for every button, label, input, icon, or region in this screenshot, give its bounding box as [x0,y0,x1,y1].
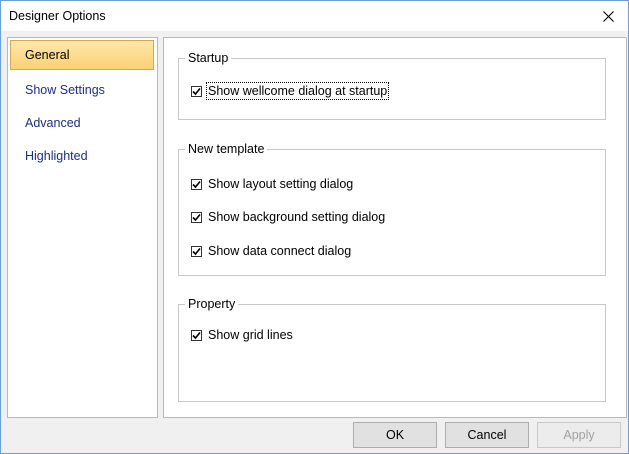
show-background-setting-checkbox[interactable] [191,211,202,223]
options-content-panel: Startup Show wellcome dialog at startup … [163,37,627,418]
option-show-welcome-dialog[interactable]: Show wellcome dialog at startup [191,82,390,100]
property-group: Property Show grid lines [178,296,606,402]
show-grid-lines-checkbox[interactable] [191,329,202,341]
nav-item-general[interactable]: General [10,40,154,70]
nav-item-show-settings[interactable]: Show Settings [10,75,154,105]
checkmark-icon [192,213,201,221]
startup-group-title: Startup [185,50,232,66]
cancel-button[interactable]: Cancel [445,422,529,448]
close-icon [602,10,614,22]
checkmark-icon [192,87,201,95]
apply-button[interactable]: Apply [537,422,621,448]
checkmark-icon [192,331,201,339]
title-bar: Designer Options [1,1,628,31]
nav-item-highlighted[interactable]: Highlighted [10,141,154,171]
show-data-connect-label: Show data connect dialog [208,244,352,258]
option-show-data-connect[interactable]: Show data connect dialog [191,242,352,260]
option-show-layout-setting[interactable]: Show layout setting dialog [191,175,354,193]
option-show-background-setting[interactable]: Show background setting dialog [191,208,386,226]
option-show-grid-lines[interactable]: Show grid lines [191,326,294,344]
show-welcome-label: Show wellcome dialog at startup [205,82,390,100]
show-layout-setting-label: Show layout setting dialog [208,177,354,191]
show-data-connect-checkbox[interactable] [191,245,202,257]
window-title: Designer Options [9,9,106,23]
show-background-setting-label: Show background setting dialog [208,210,386,224]
nav-item-advanced[interactable]: Advanced [10,108,154,138]
show-layout-setting-checkbox[interactable] [191,178,202,190]
startup-group: Startup Show wellcome dialog at startup [178,50,606,120]
show-grid-lines-label: Show grid lines [208,328,293,342]
designer-options-dialog: Designer Options General Show Settings A… [0,0,629,454]
ok-button[interactable]: OK [353,422,437,448]
checkmark-icon [192,247,201,255]
new-template-group: New template Show layout setting dialog … [178,141,606,276]
new-template-group-title: New template [185,141,268,157]
show-welcome-checkbox[interactable] [191,85,202,97]
property-group-title: Property [185,296,239,312]
close-button[interactable] [588,1,628,31]
options-nav-list: General Show Settings Advanced Highlight… [7,37,158,418]
checkmark-icon [192,180,201,188]
